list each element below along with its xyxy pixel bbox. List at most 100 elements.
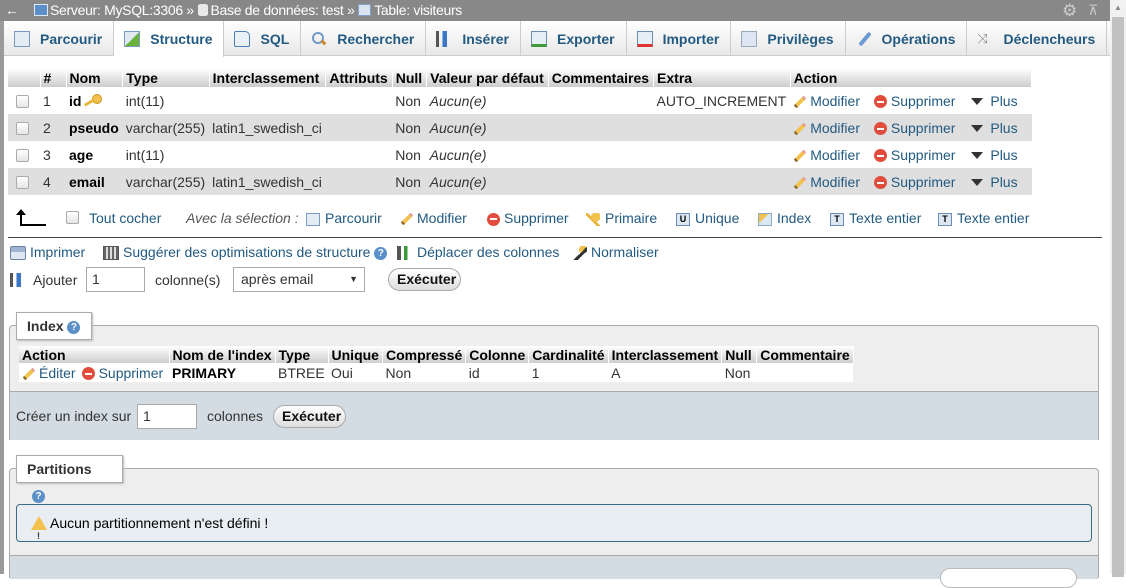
header-null[interactable]: Null — [392, 68, 428, 87]
modify-button[interactable]: Modifier — [793, 174, 860, 190]
modify-button[interactable]: Modifier — [793, 120, 860, 136]
header-attributes[interactable]: Attributs — [325, 68, 393, 87]
help-icon[interactable]: ? — [67, 320, 81, 334]
create-index-form: Créer un index sur 1 colonnes Exécuter — [10, 391, 1098, 440]
delete-index-button[interactable]: Supprimer — [81, 364, 164, 381]
cell-comments — [548, 87, 654, 114]
collapse-top-icon[interactable]: ⊼ — [1088, 0, 1098, 21]
move-columns-link[interactable]: Déplacer des colonnes — [397, 244, 560, 261]
tab-structure[interactable]: Structure — [114, 21, 225, 57]
bulk-fulltext-button[interactable]: T Texte entier — [830, 210, 921, 226]
index-header-packed: Compressé — [382, 346, 467, 363]
tab-label: Parcourir — [40, 30, 103, 47]
print-link[interactable]: Imprimer — [10, 244, 86, 261]
cell-name: pseudo — [66, 114, 123, 141]
sql-icon — [234, 30, 251, 47]
delete-button[interactable]: Supprimer — [873, 92, 956, 109]
column-position-select[interactable]: après email ▼ — [233, 267, 365, 292]
print-label: Imprimer — [30, 244, 86, 260]
header-comments[interactable]: Commentaires — [548, 68, 655, 87]
back-arrow-icon[interactable]: ← — [5, 0, 19, 21]
header-default[interactable]: Valeur par défaut — [426, 68, 549, 87]
move-label: Déplacer des colonnes — [417, 244, 560, 260]
tab-privileges[interactable]: Privilèges — [731, 21, 846, 56]
delete-button[interactable]: Supprimer — [873, 174, 955, 190]
cell-actions: Modifier Supprimer Plus — [790, 114, 1032, 141]
tab-sql[interactable]: SQL — [224, 21, 302, 56]
breadcrumb-server[interactable]: Serveur: MySQL:3306 — [50, 0, 183, 21]
tab-bar: Parcourir Structure SQL Rechercher Insér… — [4, 21, 1110, 57]
tab-insert[interactable]: Insérer — [426, 21, 522, 56]
row-checkbox[interactable] — [16, 149, 29, 163]
propose-structure-link[interactable]: Suggérer des optimisations de structure … — [103, 244, 388, 261]
position-value: après email — [241, 271, 314, 287]
fulltext-icon: T — [830, 212, 844, 226]
bulk-index-button[interactable]: Index — [758, 210, 811, 226]
propose-label: Suggérer des optimisations de structure — [123, 244, 371, 260]
cell-null: Non — [392, 141, 427, 168]
index-type: BTREE — [275, 363, 329, 382]
index-column-count-input[interactable]: 1 — [137, 404, 197, 429]
tab-search[interactable]: Rechercher — [301, 21, 427, 56]
modify-button[interactable]: Modifier — [793, 147, 860, 163]
scroll-up-arrow-icon[interactable]: ▲ — [1110, 0, 1126, 16]
delete-label: Supprimer — [890, 92, 956, 109]
left-edge — [0, 0, 4, 574]
more-button[interactable]: Plus — [969, 120, 1018, 136]
more-button[interactable]: Plus — [969, 174, 1018, 190]
search-icon — [311, 31, 327, 47]
add-column-execute-button[interactable]: Exécuter — [388, 268, 461, 291]
row-checkbox[interactable] — [16, 176, 29, 190]
delete-button[interactable]: Supprimer — [873, 147, 955, 163]
scrollbar-thumb[interactable] — [1112, 17, 1124, 577]
modify-button[interactable]: Modifier — [793, 93, 860, 109]
check-all-checkbox[interactable] — [66, 211, 79, 224]
bulk-browse-button[interactable]: Parcourir — [306, 210, 382, 226]
delete-button[interactable]: Supprimer — [873, 119, 956, 136]
index-header-row: Action Nom de l'index Type Unique Compre… — [19, 346, 854, 363]
scrollbar[interactable]: ▲ — [1110, 0, 1126, 577]
tab-operations[interactable]: Opérations — [846, 21, 968, 56]
header-name[interactable]: Nom — [66, 68, 124, 87]
cell-actions: Modifier Supprimer Plus — [790, 168, 1032, 195]
tab-export[interactable]: Exporter — [521, 21, 627, 56]
cell-type: varchar(255) — [122, 114, 210, 141]
help-icon[interactable]: ? — [374, 246, 388, 260]
more-label: Plus — [990, 92, 1018, 109]
column-name: id — [69, 92, 82, 109]
header-num[interactable]: # — [40, 68, 67, 87]
check-all-label[interactable]: Tout cocher — [89, 210, 161, 226]
bulk-primary-button[interactable]: Primaire — [586, 210, 657, 226]
breadcrumb-database[interactable]: Base de données: test — [211, 0, 344, 21]
row-checkbox[interactable] — [16, 95, 29, 109]
edit-index-button[interactable]: Éditer — [22, 365, 76, 381]
help-icon[interactable]: ? — [32, 489, 45, 503]
delete-label: Supprimer — [890, 119, 956, 136]
cell-num: 4 — [40, 168, 66, 195]
more-button[interactable]: Plus — [969, 92, 1018, 109]
cell-name: age — [66, 141, 123, 168]
header-extra[interactable]: Extra — [653, 68, 791, 87]
more-button[interactable]: Plus — [969, 147, 1018, 163]
cell-collation: latin1_swedish_ci — [209, 114, 326, 141]
tab-triggers[interactable]: ⤨ Déclencheurs — [967, 21, 1108, 56]
tab-import[interactable]: Importer — [627, 21, 732, 56]
bulk-delete-button[interactable]: Supprimer — [487, 210, 569, 226]
bulk-modify-button[interactable]: Modifier — [400, 210, 467, 226]
header-collation[interactable]: Interclassement — [209, 68, 327, 87]
cell-attributes — [325, 168, 393, 195]
bulk-fulltext-button-2[interactable]: T Texte entier — [938, 210, 1029, 226]
cell-num: 1 — [40, 87, 66, 114]
normalize-link[interactable]: Normaliser — [571, 244, 659, 261]
gear-icon[interactable]: ⚙ — [1062, 0, 1077, 21]
create-index-execute-button[interactable]: Exécuter — [273, 405, 346, 428]
header-type[interactable]: Type — [122, 68, 210, 87]
index-comment — [756, 363, 854, 382]
breadcrumb-table[interactable]: Table: visiteurs — [374, 0, 462, 21]
bulk-unique-button[interactable]: U Unique — [676, 210, 739, 226]
tab-browse[interactable]: Parcourir — [4, 21, 115, 56]
partition-button[interactable] — [940, 568, 1077, 588]
delete-label: Supprimer — [98, 364, 164, 381]
column-count-input[interactable]: 1 — [86, 267, 145, 292]
row-checkbox[interactable] — [16, 122, 29, 136]
